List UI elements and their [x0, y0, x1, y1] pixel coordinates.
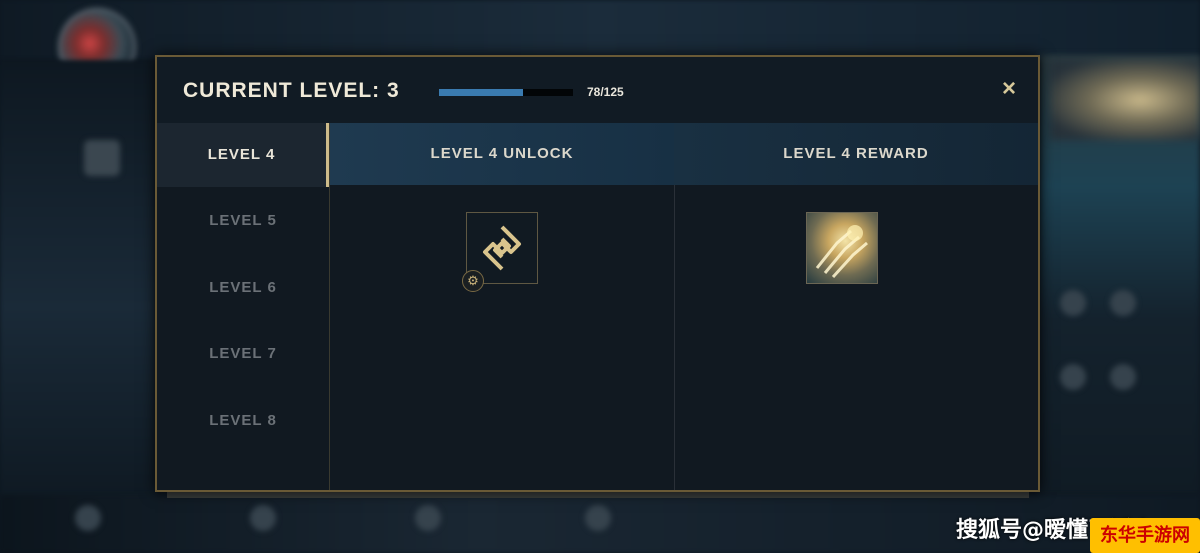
level-progress-text: 78/125 — [587, 85, 624, 99]
champion-skin-icon[interactable] — [806, 212, 878, 284]
level-progress-bar — [439, 89, 573, 96]
background-icon — [415, 505, 441, 531]
level-progress-fill — [439, 89, 523, 96]
background-icon — [250, 505, 276, 531]
watermark-logo: 东华手游网 — [1090, 518, 1200, 553]
reward-column-header: LEVEL 4 REWARD — [674, 123, 1038, 185]
level-details: LEVEL 4 UNLOCK LEVEL 4 REWARD ⚙ — [330, 123, 1038, 490]
background-icon — [1060, 290, 1086, 316]
background-icon — [1060, 364, 1086, 390]
level-tab-8[interactable]: LEVEL 8 — [157, 389, 329, 453]
current-level-title: CURRENT LEVEL: 3 — [183, 79, 400, 102]
close-button[interactable]: × — [995, 75, 1023, 103]
level-tab-6[interactable]: LEVEL 6 — [157, 256, 329, 320]
level-tab-5[interactable]: LEVEL 5 — [157, 189, 329, 253]
modal-header: CURRENT LEVEL: 3 78/125 × — [157, 57, 1038, 124]
background-icon — [75, 505, 101, 531]
background-icon — [1110, 364, 1136, 390]
level-tab-4[interactable]: LEVEL 4 — [157, 123, 329, 187]
background-icon — [1110, 290, 1136, 316]
modal-shadow — [167, 492, 1029, 498]
background-left-panel — [0, 60, 156, 553]
background-icon — [585, 505, 611, 531]
background-icon — [84, 140, 120, 176]
column-divider — [674, 185, 675, 490]
background-top-bar — [0, 0, 1200, 60]
background-banner-image — [1050, 60, 1200, 140]
level-rewards-modal: CURRENT LEVEL: 3 78/125 × LEVEL 4 LEVEL … — [155, 55, 1040, 492]
level-list: LEVEL 4 LEVEL 5 LEVEL 6 LEVEL 7 LEVEL 8 — [157, 123, 330, 490]
level-tab-7[interactable]: LEVEL 7 — [157, 322, 329, 386]
unlock-column-header: LEVEL 4 UNLOCK — [330, 123, 674, 185]
gear-icon: ⚙ — [462, 270, 484, 292]
close-icon: × — [1001, 75, 1016, 102]
